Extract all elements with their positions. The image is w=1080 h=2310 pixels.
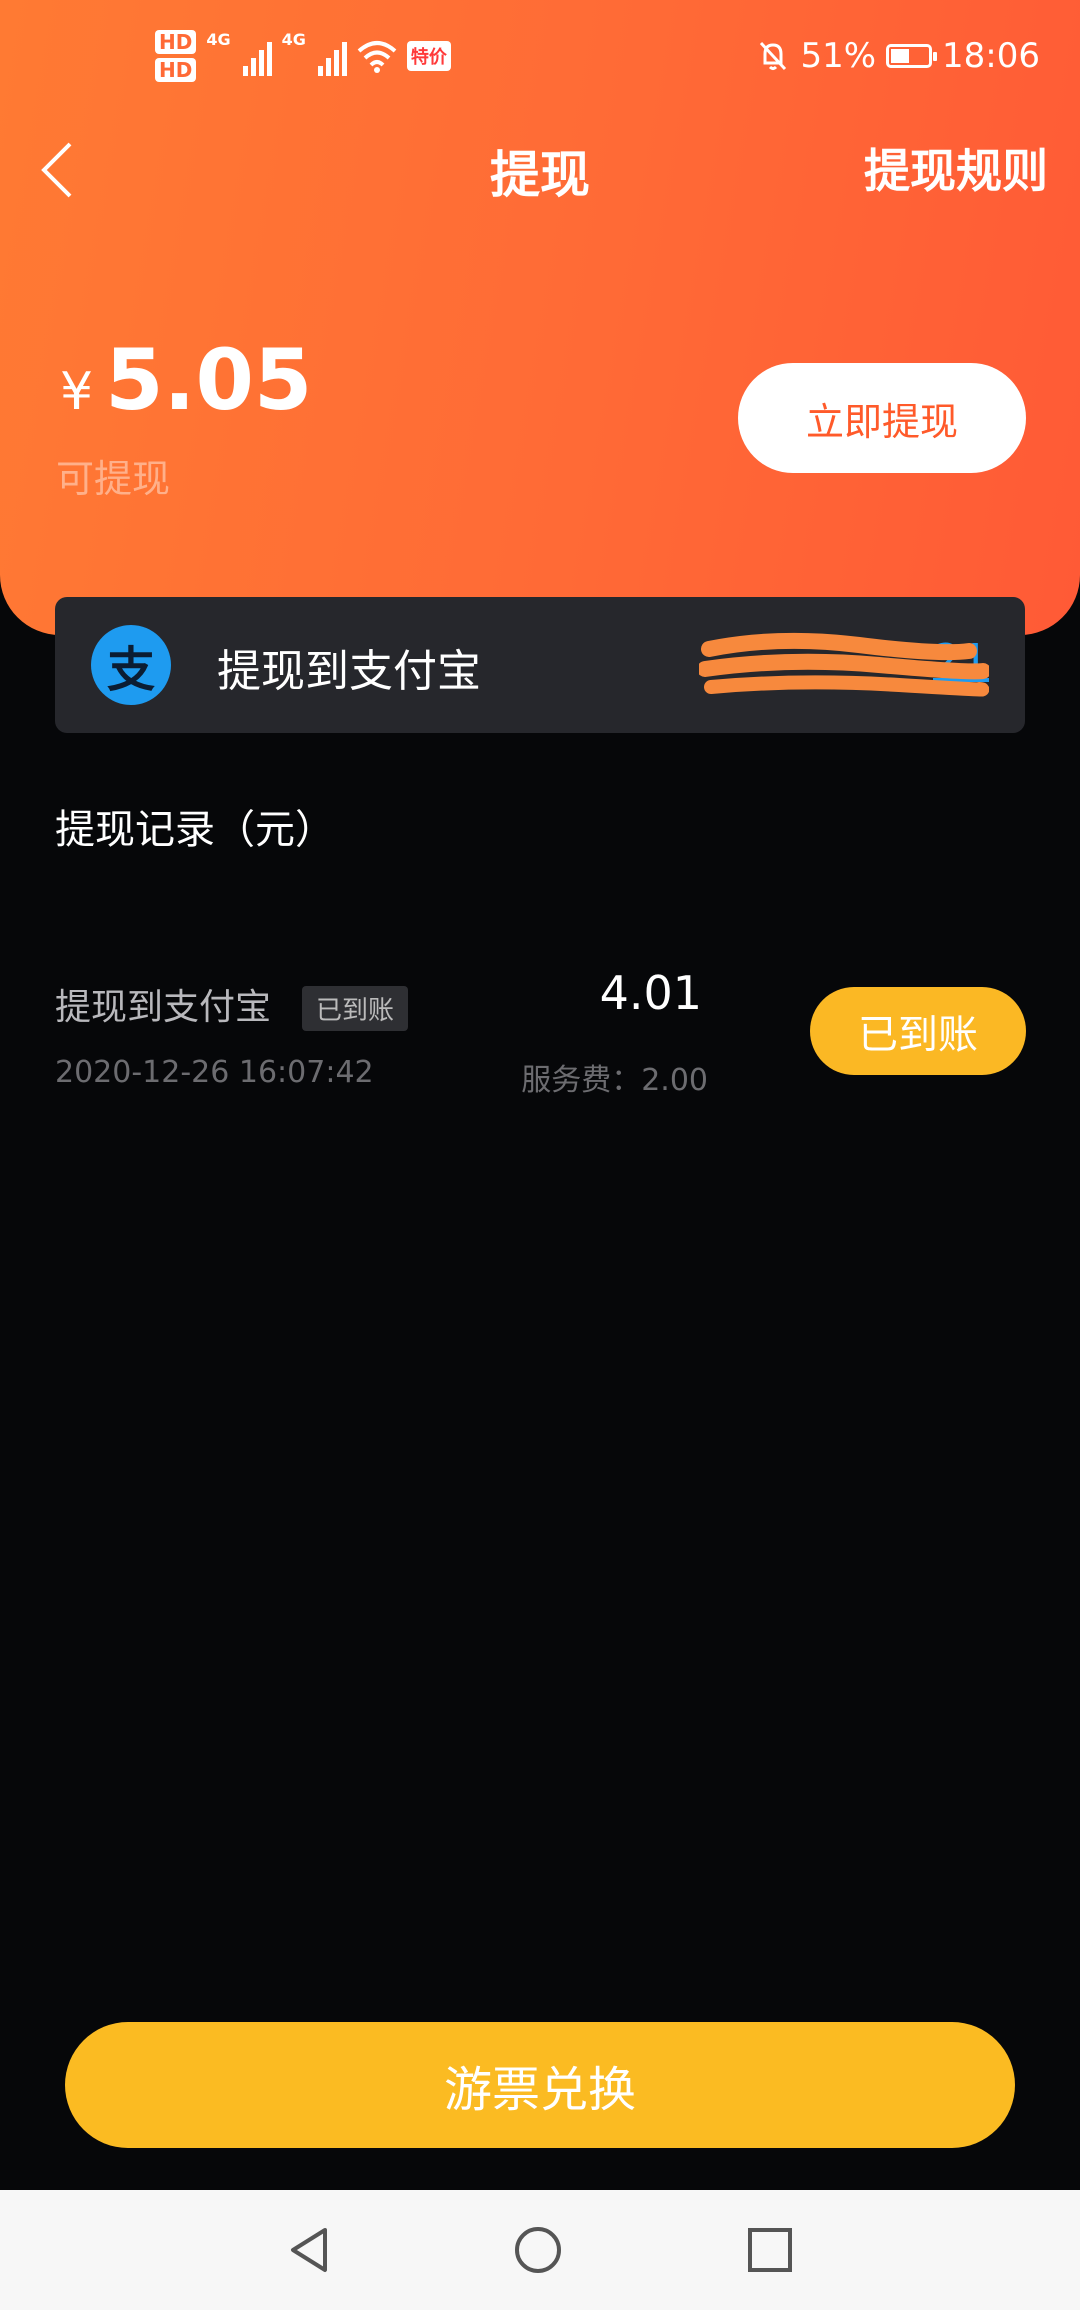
record-description: 提现到支付宝 <box>55 987 272 1028</box>
alipay-account-card[interactable]: 支 提现到支付宝 21 <box>55 597 1025 733</box>
signal1-icon <box>242 36 272 76</box>
hd1-badge: HD <box>155 30 197 54</box>
nav-home-icon[interactable] <box>513 2225 563 2275</box>
currency-symbol: ¥ <box>60 362 94 422</box>
hd-indicators: HD HD <box>155 30 197 82</box>
balance-label: 可提现 <box>56 457 171 501</box>
records-section-title: 提现记录（元） <box>55 807 335 853</box>
withdraw-now-button[interactable]: 立即提现 <box>738 363 1026 473</box>
status-right: 51% 18:06 <box>756 36 1040 76</box>
battery-level-fill <box>891 49 910 63</box>
record-status-button[interactable]: 已到账 <box>810 987 1026 1075</box>
withdraw-rules-link[interactable]: 提现规则 <box>864 135 1048 201</box>
hd2-badge: HD <box>155 58 197 82</box>
signal2-icon <box>317 36 347 76</box>
bell-muted-icon <box>760 41 787 71</box>
battery-percent: 51% <box>800 36 877 76</box>
system-nav-bar <box>0 2190 1080 2310</box>
network1-label: 4G <box>206 30 231 49</box>
redaction-scribble <box>699 632 989 697</box>
record-amount: 4.01 <box>599 966 702 1020</box>
alipay-logo-icon: 支 <box>91 625 171 705</box>
record-tag: 已到账 <box>302 986 409 1031</box>
exchange-ticket-button[interactable]: 游票兑换 <box>65 2022 1015 2148</box>
alipay-label: 提现到支付宝 <box>217 646 481 697</box>
network2-label: 4G <box>281 30 306 49</box>
balance-amount: 5.05 <box>105 331 313 429</box>
battery-icon <box>886 44 938 68</box>
clock: 18:06 <box>942 36 1040 76</box>
wifi-icon <box>357 41 397 73</box>
nav-back-icon[interactable] <box>285 2225 335 2275</box>
status-bar: HD HD 4G 4G 特价 51% 18:06 <box>0 0 1080 120</box>
record-date: 2020-12-26 16:07:42 <box>55 1055 374 1090</box>
balance-display: ¥ 5.05 <box>60 338 312 422</box>
nav-recents-icon[interactable] <box>745 2225 795 2275</box>
carrier-badge: 特价 <box>406 41 451 71</box>
status-left: HD HD 4G 4G 特价 <box>155 30 451 82</box>
record-fee: 服务费：2.00 <box>521 1063 708 1098</box>
